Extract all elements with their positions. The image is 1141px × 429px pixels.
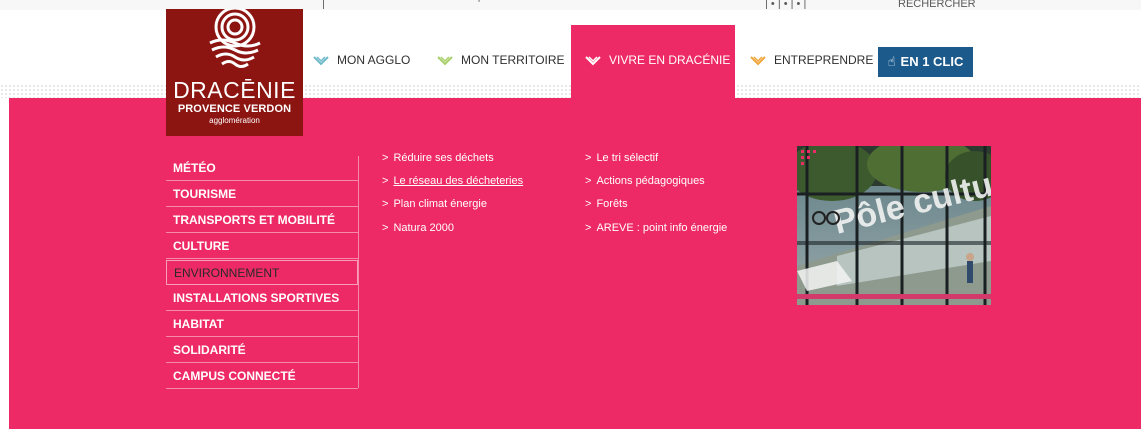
search-link[interactable]: RECHERCHER xyxy=(898,0,988,9)
logo-subtitle: PROVENCE VERDON xyxy=(177,103,292,115)
submenu-link-label: AREVE : point info énergie xyxy=(596,222,728,234)
arrow-icon: > xyxy=(382,198,389,210)
sidebar-item-tourisme[interactable]: TOURISME xyxy=(166,182,358,207)
submenu-link-label: Plan climat énergie xyxy=(393,198,487,210)
submenu-link-label: Natura 2000 xyxy=(393,222,454,234)
nav-entreprendre[interactable]: ENTREPRENDRE xyxy=(750,53,873,67)
nav-label: MON AGGLO xyxy=(337,53,411,67)
sidebar-item-culture[interactable]: CULTURE xyxy=(166,234,358,259)
submenu-link-label: Réduire ses déchets xyxy=(393,152,494,164)
nav-label: ENTREPRENDRE xyxy=(774,53,874,67)
arrow-icon: > xyxy=(585,198,592,210)
arrow-icon: > xyxy=(382,175,389,187)
button-label: EN 1 CLIC xyxy=(900,54,964,69)
dracenie-logo[interactable]: DRACĒNIE PROVENCE VERDON agglomération xyxy=(166,9,303,136)
logo-title: DRACĒNIE xyxy=(173,77,296,103)
submenu-link[interactable]: > Le tri sélectif xyxy=(585,152,658,165)
arrow-icon: > xyxy=(585,152,592,164)
sidebar-divider xyxy=(358,156,359,388)
submenu-link-label: Le tri sélectif xyxy=(596,152,659,164)
promo-photo-pole-culturel[interactable]: Pôle culturel xyxy=(797,146,991,305)
nav-label: MON TERRITOIRE xyxy=(461,53,565,67)
top-divider: ' xyxy=(478,0,481,9)
submenu-link-label: Actions pédagogiques xyxy=(596,175,705,187)
chevron-down-icon xyxy=(313,56,329,66)
top-divider: | xyxy=(322,0,325,9)
submenu-link[interactable]: > Réduire ses déchets xyxy=(382,152,494,165)
sidebar-item-installations-sportives[interactable]: INSTALLATIONS SPORTIVES xyxy=(166,286,358,311)
arrow-icon: > xyxy=(585,175,592,187)
arrow-icon: > xyxy=(382,152,389,164)
chevron-down-icon xyxy=(585,56,601,66)
submenu-link[interactable]: > Le réseau des décheteries xyxy=(382,175,523,188)
submenu-link[interactable]: > AREVE : point info énergie xyxy=(585,222,727,235)
nav-mon-agglo[interactable]: MON AGGLO xyxy=(313,53,410,67)
submenu-link[interactable]: > Plan climat énergie xyxy=(382,198,487,211)
logo-tagline: agglomération xyxy=(209,116,260,125)
hand-pointer-icon: ☝ xyxy=(887,54,896,69)
nav-label: VIVRE EN DRACÉNIE xyxy=(609,53,731,67)
submenu-link-label: Le réseau des décheteries xyxy=(393,175,524,187)
nav-mon-territoire[interactable]: MON TERRITOIRE xyxy=(437,53,565,67)
submenu-link[interactable]: > Natura 2000 xyxy=(382,222,454,235)
submenu-link[interactable]: > Forêts xyxy=(585,198,628,211)
submenu-link-label: Forêts xyxy=(596,198,628,210)
chevron-down-icon xyxy=(437,56,453,66)
nav-vivre-en-dracenie[interactable]: VIVRE EN DRACÉNIE xyxy=(585,53,730,67)
sidebar-item-habitat[interactable]: HABITAT xyxy=(166,312,358,337)
pole-culturel-photo: Pôle culturel xyxy=(797,146,991,305)
chevron-down-icon xyxy=(750,56,766,66)
sidebar-item-environnement[interactable]: ENVIRONNEMENT xyxy=(166,260,358,285)
sidebar-item-transports[interactable]: TRANSPORTS ET MOBILITÉ xyxy=(166,208,358,233)
en-1-clic-button[interactable]: ☝ EN 1 CLIC xyxy=(878,47,973,77)
sidebar-item-meteo[interactable]: MÉTÉO xyxy=(166,156,358,181)
arrow-icon: > xyxy=(585,222,592,234)
social-icons-strip[interactable]: | • | • | • | xyxy=(765,0,855,9)
sidebar-item-solidarite[interactable]: SOLIDARITÉ xyxy=(166,338,358,363)
submenu-link[interactable]: > Actions pédagogiques xyxy=(585,175,705,188)
arrow-icon: > xyxy=(382,222,389,234)
sidebar-item-campus-connecte[interactable]: CAMPUS CONNECTÉ xyxy=(166,364,358,389)
logo-emblem-icon xyxy=(209,9,261,68)
